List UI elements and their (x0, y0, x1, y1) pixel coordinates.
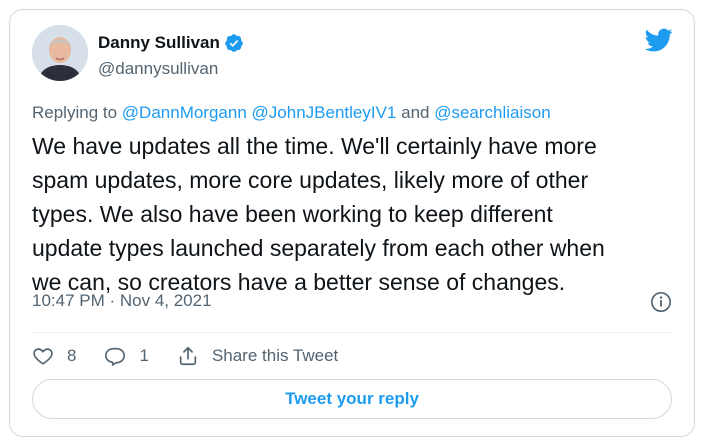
like-button[interactable]: 8 (32, 345, 76, 367)
mention-link[interactable]: @DannMorgann (122, 103, 247, 122)
tweet-text-line: types. We also have been working to keep… (32, 201, 553, 227)
tweet-text-line: spam updates, more core updates, likely … (32, 167, 589, 193)
mention-link[interactable]: @searchliaison (434, 103, 550, 122)
reply-icon (105, 347, 126, 366)
author-name-row[interactable]: Danny Sullivan (98, 33, 244, 53)
share-label: Share this Tweet (211, 346, 339, 365)
author-handle[interactable]: @dannysullivan (98, 59, 218, 79)
like-count: 8 (67, 346, 77, 365)
tweet-text: We have updates all the time. We'll cert… (32, 129, 672, 299)
verified-badge-icon (224, 33, 244, 53)
divider (32, 332, 672, 333)
replying-to-joiner: and (401, 103, 430, 122)
share-button[interactable]: Share this Tweet (177, 345, 338, 367)
reply-button[interactable]: 1 (104, 345, 149, 367)
replying-to-line: Replying to @DannMorgann @JohnJBentleyIV… (32, 103, 551, 123)
tweet-timestamp[interactable]: 10:47 PM · Nov 4, 2021 (32, 291, 212, 311)
tweet-actions: 8 1 Share this Tweet (32, 341, 338, 371)
tweet-text-line: We have updates all the time. We'll cert… (32, 133, 597, 159)
info-icon[interactable] (650, 291, 672, 313)
mention-link[interactable]: @JohnJBentleyIV1 (252, 103, 397, 122)
reply-count: 1 (139, 346, 149, 365)
avatar[interactable] (32, 25, 88, 81)
share-icon (179, 346, 197, 366)
tweet-text-line: update types launched separately from ea… (32, 235, 605, 261)
tweet-card: Danny Sullivan @dannysullivan Replying t… (9, 9, 695, 437)
heart-icon (33, 348, 53, 365)
author-display-name[interactable]: Danny Sullivan (98, 33, 220, 53)
replying-to-prefix: Replying to (32, 103, 118, 122)
tweet-your-reply-button[interactable]: Tweet your reply (32, 379, 672, 419)
twitter-bird-icon[interactable] (642, 26, 676, 54)
